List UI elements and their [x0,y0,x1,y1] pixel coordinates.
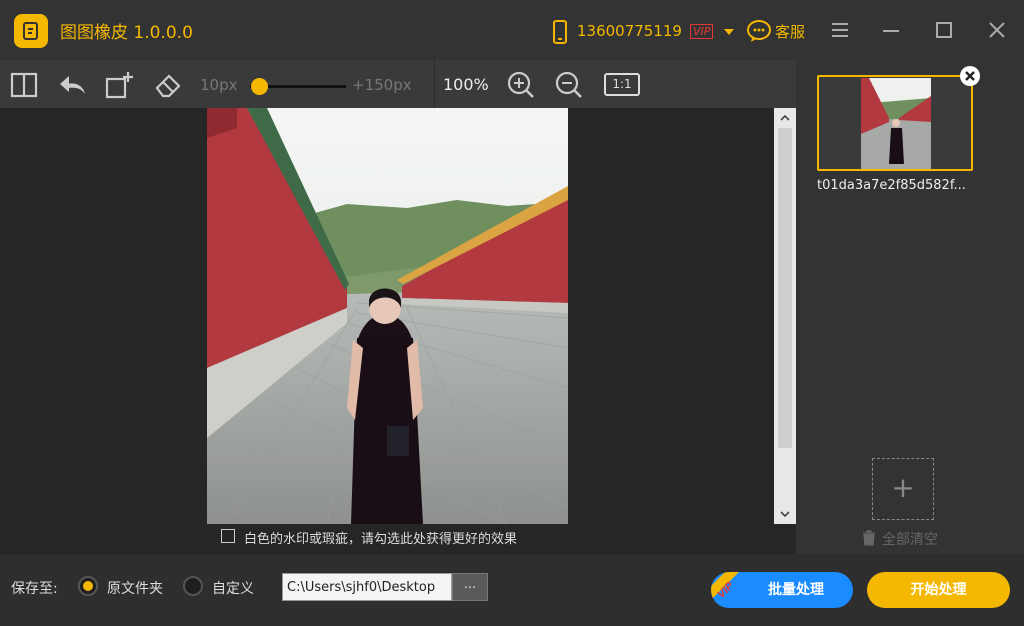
custom-folder-radio[interactable] [183,576,203,596]
editor-toolbar: 10px +150px 100% 1:1 [0,60,796,108]
vip-ribbon-icon: VIP [711,572,739,601]
account-dropdown-icon[interactable] [724,29,734,35]
close-icon[interactable] [983,16,1011,44]
save-location-label: 保存至: [11,581,58,597]
file-thumbnail[interactable] [817,75,973,171]
eraser-icon[interactable] [153,70,183,100]
zoom-level: 100% [443,75,489,94]
app-logo-icon [14,14,48,48]
scrollbar-thumb[interactable] [778,128,792,448]
start-process-button[interactable]: 开始处理 [867,572,1010,608]
white-watermark-label[interactable]: 白色的水印或瑕疵，请勾选此处获得更好的效果 [244,528,517,547]
title-bar: 图图橡皮 1.0.0.0 13600775119 VIP 客服 [0,0,1024,60]
file-thumbnail-image [861,78,931,169]
maximize-icon[interactable] [930,16,958,44]
crop-icon[interactable] [104,70,134,100]
file-list-panel: t01da3a7e2f85d582f... + 全部清空 [796,60,1024,554]
customer-service-label[interactable]: 客服 [775,21,805,42]
image-canvas[interactable]: 白色的水印或瑕疵，请勾选此处获得更好的效果 [0,108,796,554]
zoom-in-icon[interactable] [506,70,536,100]
clear-all-label: 全部清空 [882,532,938,548]
batch-process-button[interactable]: VIP 批量处理 [711,572,853,608]
account-phone[interactable]: 13600775119 [577,22,682,40]
output-path-input[interactable] [282,573,452,601]
zoom-out-icon[interactable] [554,70,584,100]
menu-icon[interactable] [826,16,854,44]
vip-badge: VIP [690,24,714,39]
add-file-button[interactable]: + [872,458,934,520]
undo-icon[interactable] [57,70,87,100]
brush-size-min-label: 10px [200,76,238,94]
custom-folder-label[interactable]: 自定义 [212,578,254,598]
app-title: 图图橡皮 1.0.0.0 [60,23,193,43]
editing-image[interactable] [207,108,568,524]
clear-all-button[interactable]: 全部清空 [862,529,938,549]
minimize-icon[interactable] [877,16,905,44]
brush-size-max-label: +150px [352,76,412,94]
phone-icon [553,20,567,44]
browse-folder-button[interactable]: ... [452,573,488,601]
bottom-bar: 保存至: 原文件夹 自定义 ... VIP 批量处理 开始处理 [0,554,1024,626]
brush-size-slider-thumb[interactable] [251,78,269,95]
file-name: t01da3a7e2f85d582f... [817,178,966,193]
actual-size-button[interactable]: 1:1 [604,73,640,96]
original-folder-radio[interactable] [78,576,98,596]
split-view-icon[interactable] [9,70,39,100]
white-watermark-checkbox[interactable] [221,529,235,543]
original-folder-label[interactable]: 原文件夹 [107,578,163,598]
scroll-down-icon[interactable] [779,508,791,520]
canvas-scrollbar[interactable] [774,108,796,524]
toolbar-divider [434,60,435,108]
scroll-up-icon[interactable] [779,112,791,124]
remove-file-icon[interactable] [960,66,980,86]
customer-service-icon[interactable] [746,19,772,43]
batch-process-label: 批量处理 [768,582,824,598]
trash-icon [863,530,875,546]
plus-icon: + [891,471,915,504]
